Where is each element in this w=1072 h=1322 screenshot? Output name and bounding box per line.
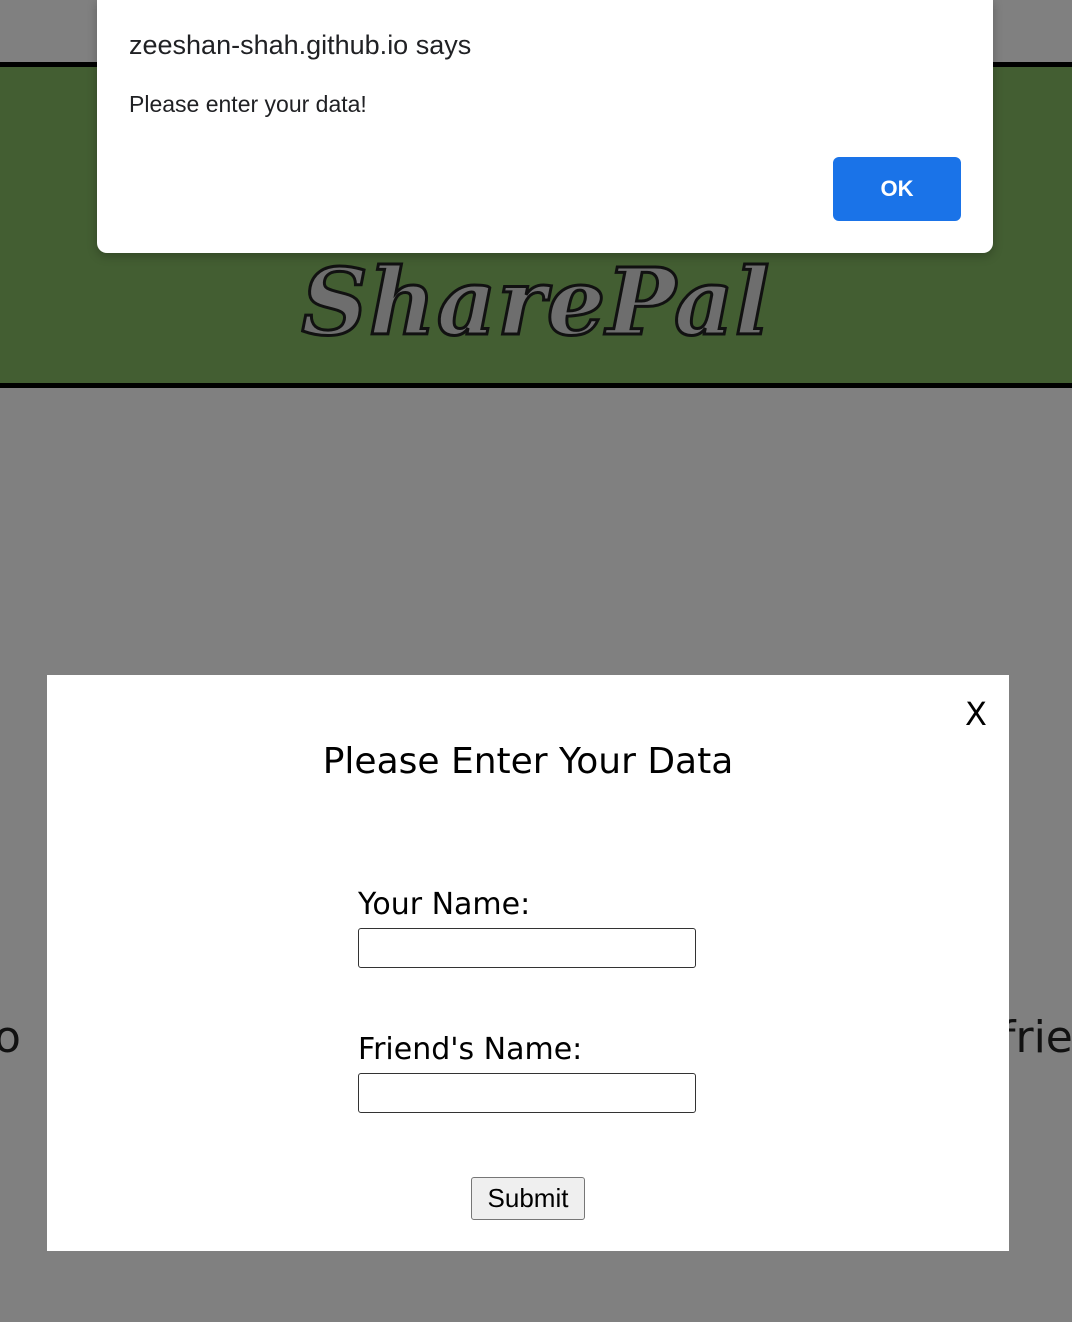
background-text-left: o [0, 1012, 21, 1063]
modal-title: Please Enter Your Data [322, 741, 734, 782]
alert-ok-button[interactable]: OK [833, 157, 961, 221]
data-entry-modal: X Please Enter Your Data Your Name: Frie… [47, 675, 1009, 1251]
modal-close-button[interactable]: X [965, 695, 987, 733]
alert-title: zeeshan-shah.github.io says [129, 30, 472, 60]
browser-alert-dialog: zeeshan-shah.github.io says Please enter… [97, 0, 993, 253]
site-logo: SharePal [300, 247, 771, 358]
friend-name-input[interactable] [358, 1073, 696, 1113]
alert-message: Please enter your data! [129, 91, 367, 117]
background-text-right: frie [1000, 1012, 1072, 1063]
friend-name-label: Friend's Name: [358, 1032, 583, 1067]
submit-button[interactable]: Submit [471, 1177, 585, 1220]
page: SharePal o frie X Please Enter Your Data… [0, 0, 1072, 1322]
your-name-input[interactable] [358, 928, 696, 968]
your-name-label: Your Name: [358, 887, 531, 922]
